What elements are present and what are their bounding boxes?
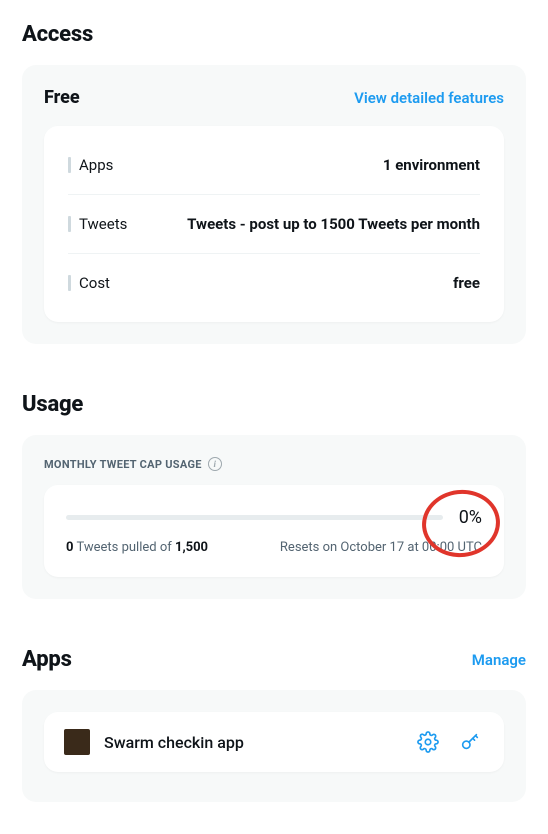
bar-icon	[68, 275, 71, 291]
plan-name: Free	[44, 87, 80, 108]
usage-cap-label: MONTHLY TWEET CAP USAGE	[44, 458, 202, 471]
usage-panel: MONTHLY TWEET CAP USAGE i 0% 0 Tweets pu…	[22, 435, 526, 599]
row-label: Apps	[79, 156, 113, 174]
info-icon[interactable]: i	[208, 457, 222, 471]
usage-card: 0% 0 Tweets pulled of 1,500 Resets on Oc…	[44, 485, 504, 577]
access-card: Apps 1 environment Tweets Tweets - post …	[44, 126, 504, 322]
bar-icon	[68, 157, 71, 173]
app-avatar	[64, 729, 90, 755]
usage-percent: 0%	[459, 507, 482, 528]
usage-reset-text: Resets on October 17 at 00:00 UTC	[280, 540, 482, 555]
access-panel: Free View detailed features Apps 1 envir…	[22, 65, 526, 344]
usage-title: Usage	[22, 392, 83, 417]
row-value: 1 environment	[383, 156, 480, 174]
apps-title: Apps	[22, 647, 72, 672]
access-row-apps: Apps 1 environment	[68, 136, 480, 195]
row-label: Cost	[79, 274, 110, 292]
gear-icon[interactable]	[414, 728, 442, 756]
usage-pulled-text: 0 Tweets pulled of 1,500	[66, 540, 208, 555]
row-value: Tweets - post up to 1500 Tweets per mont…	[187, 215, 480, 233]
access-row-cost: Cost free	[68, 254, 480, 312]
manage-apps-link[interactable]: Manage	[472, 651, 526, 669]
usage-pulled-limit: 1,500	[175, 540, 208, 555]
apps-panel: Swarm checkin app	[22, 690, 526, 802]
bar-icon	[68, 216, 71, 232]
access-row-tweets: Tweets Tweets - post up to 1500 Tweets p…	[68, 195, 480, 254]
app-name: Swarm checkin app	[104, 733, 400, 752]
view-detailed-features-link[interactable]: View detailed features	[354, 89, 504, 107]
access-title: Access	[22, 22, 93, 47]
usage-progress-bar	[66, 515, 443, 520]
key-icon[interactable]	[456, 728, 484, 756]
app-row: Swarm checkin app	[44, 712, 504, 772]
row-value: free	[453, 274, 480, 292]
row-label: Tweets	[79, 215, 127, 233]
